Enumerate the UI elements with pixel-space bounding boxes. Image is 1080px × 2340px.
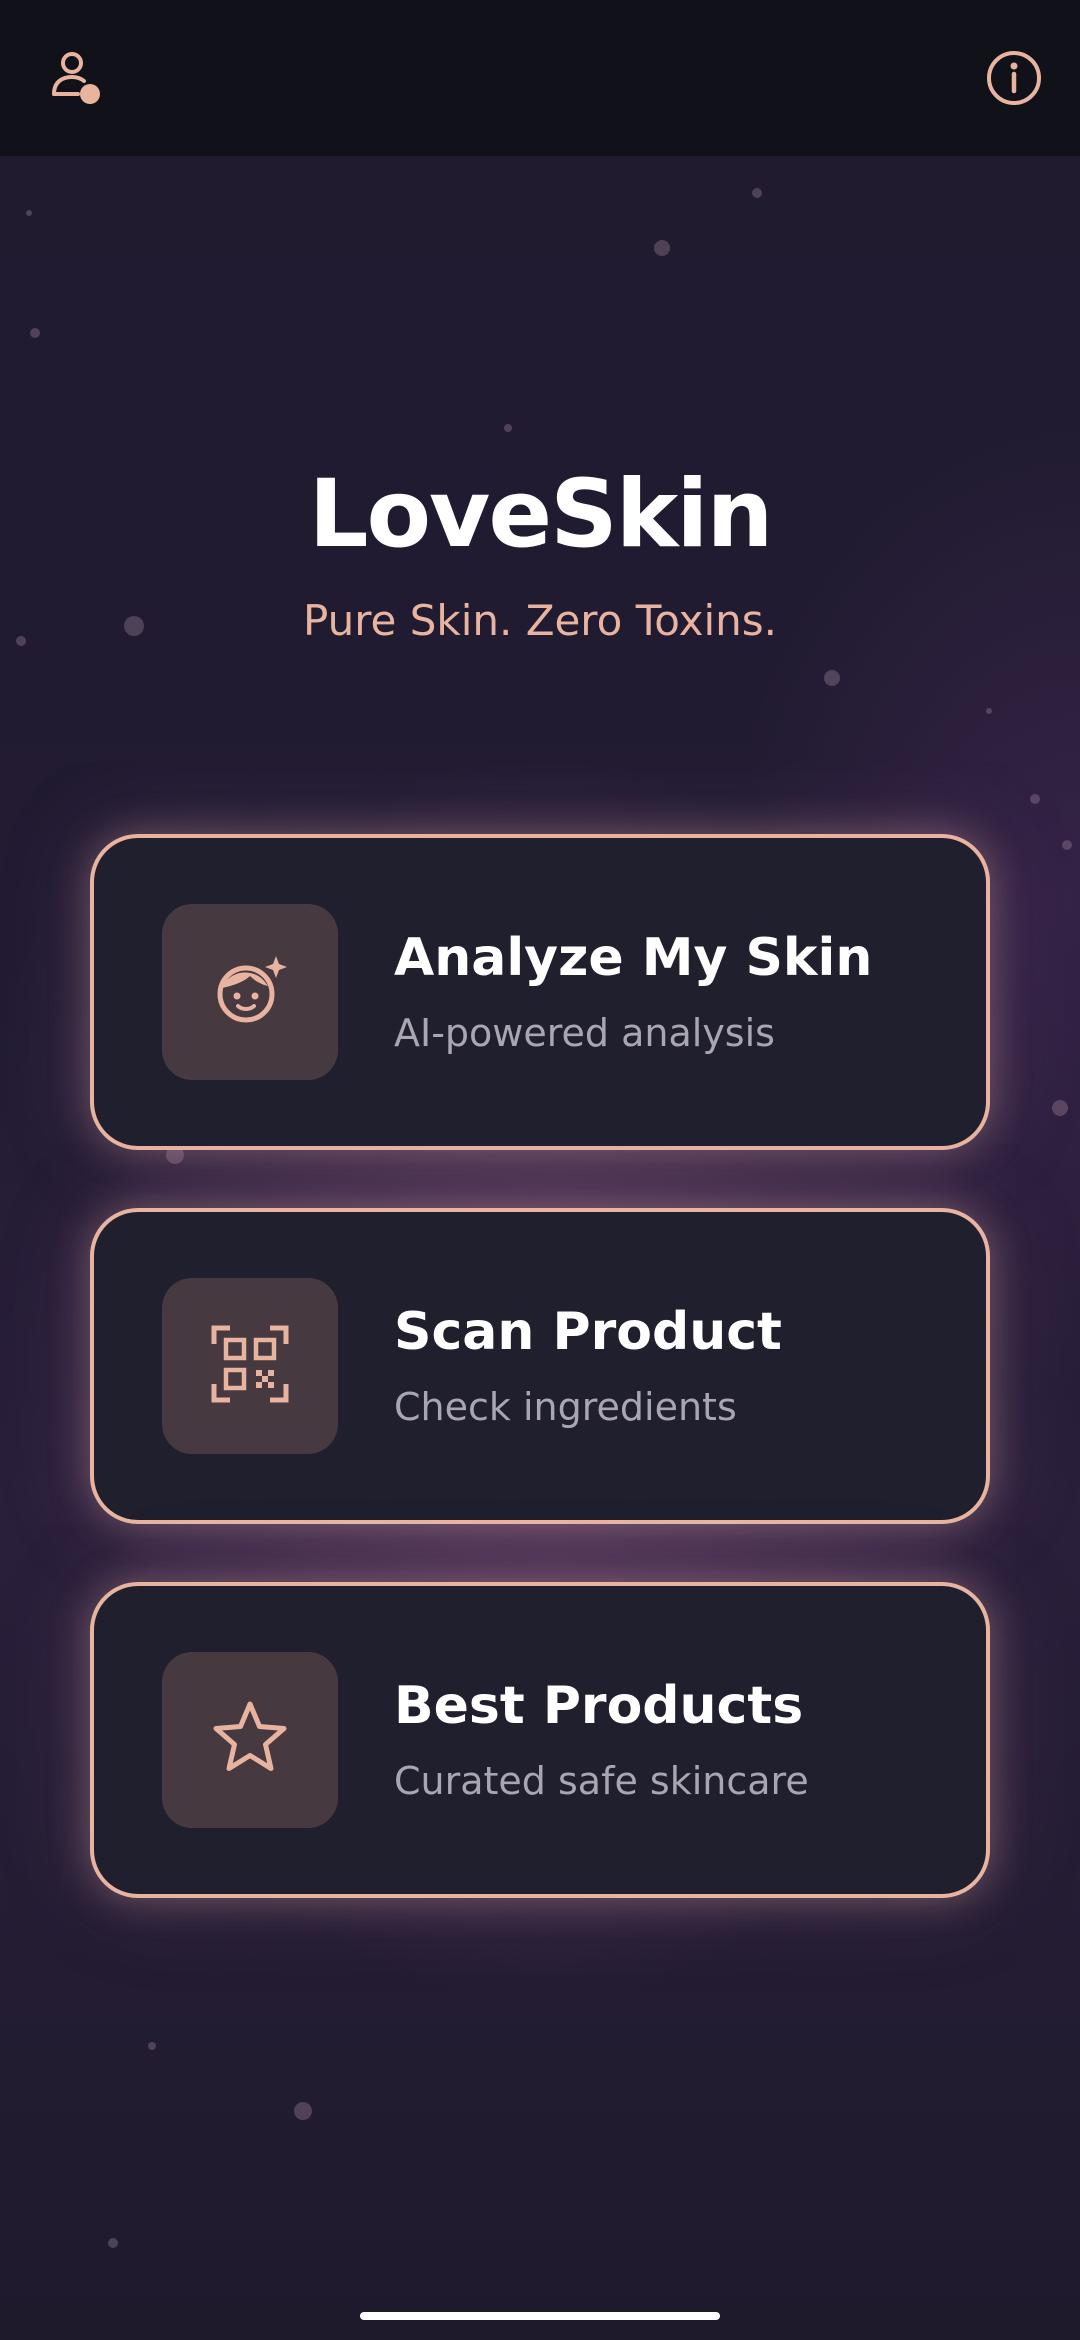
hero: LoveSkin Pure Skin. Zero Toxins. <box>0 455 1080 651</box>
analyze-skin-card[interactable]: Analyze My Skin AI-powered analysis <box>90 834 990 1150</box>
card-subtitle: Curated safe skincare <box>394 1759 809 1803</box>
info-button[interactable] <box>978 44 1050 116</box>
background-particle <box>26 210 32 216</box>
background-particle <box>30 328 40 338</box>
app-tagline: Pure Skin. Zero Toxins. <box>302 596 778 645</box>
card-subtitle: Check ingredients <box>394 1385 737 1429</box>
app-title: LoveSkin <box>308 460 774 569</box>
background-particle <box>654 240 670 256</box>
card-icon-tile <box>162 1652 338 1828</box>
background-particle <box>1030 794 1040 804</box>
background-particle <box>824 670 840 686</box>
background-particle <box>148 2042 156 2050</box>
card-icon-tile <box>162 1278 338 1454</box>
info-icon <box>984 48 1044 113</box>
scan-product-card[interactable]: Scan Product Check ingredients <box>90 1208 990 1524</box>
background-particle <box>752 188 762 198</box>
face-sparkle-icon <box>210 950 290 1035</box>
background <box>0 0 1080 2340</box>
card-title: Analyze My Skin <box>394 928 873 988</box>
background-particle <box>986 708 992 714</box>
background-particle <box>1062 840 1072 850</box>
profile-button[interactable] <box>42 44 114 116</box>
background-particle <box>294 2102 312 2120</box>
user-settings-icon <box>48 48 108 113</box>
best-products-card[interactable]: Best Products Curated safe skincare <box>90 1582 990 1898</box>
top-bar <box>0 0 1080 156</box>
star-icon <box>210 1698 290 1783</box>
qr-scan-icon <box>210 1324 290 1409</box>
home-indicator[interactable] <box>360 2312 720 2320</box>
card-subtitle: AI-powered analysis <box>394 1011 775 1055</box>
background-particle <box>1052 1100 1068 1116</box>
background-particle <box>108 2238 118 2248</box>
card-icon-tile <box>162 904 338 1080</box>
background-particle <box>504 424 512 432</box>
card-title: Best Products <box>394 1676 804 1736</box>
card-title: Scan Product <box>394 1302 782 1362</box>
